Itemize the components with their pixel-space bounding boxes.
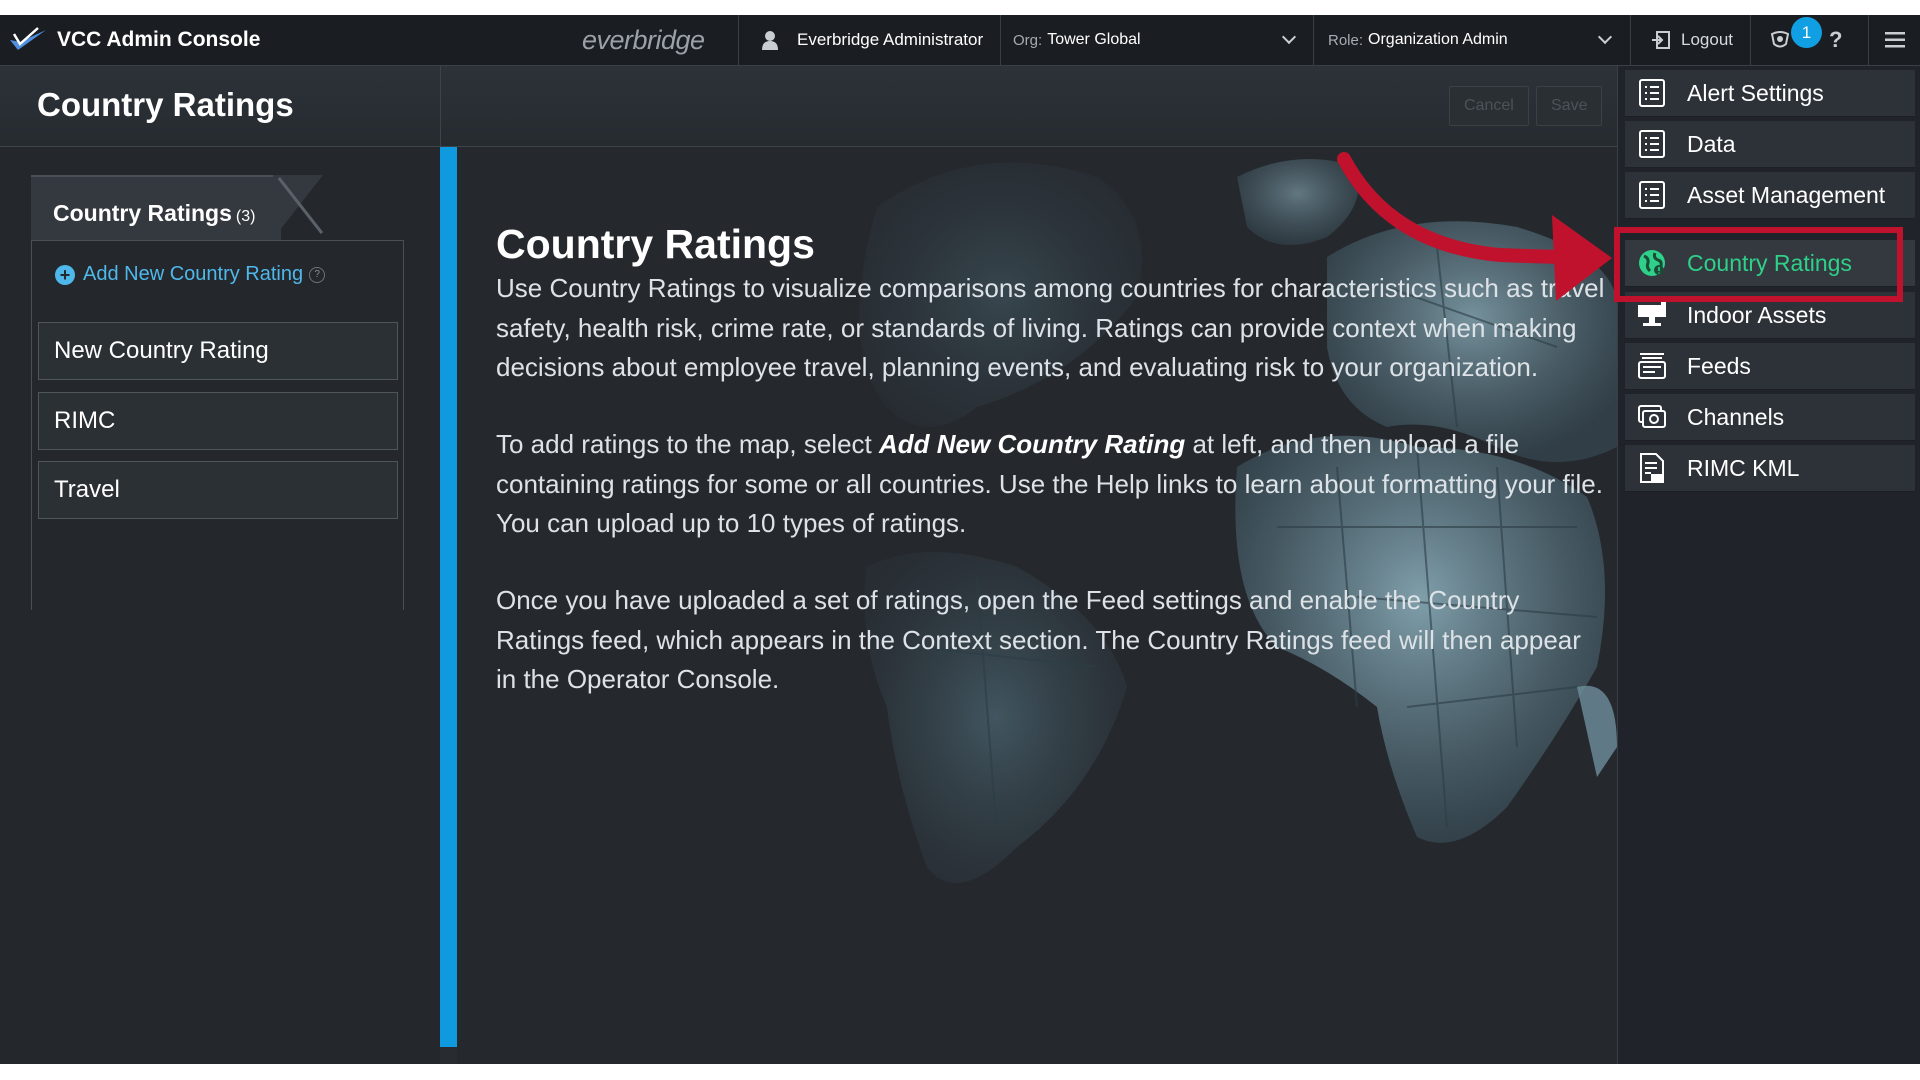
user-icon [762,31,778,50]
list-icon [1637,78,1667,108]
page-title: Country Ratings [37,86,294,123]
rating-item-label: Travel [54,476,120,503]
menu-item-label: Feeds [1687,352,1751,379]
monitor-icon [1637,300,1667,330]
logout-label: Logout [1681,30,1733,49]
add-circle-icon: + [55,264,75,285]
top-bar: VCC Admin Console everbridge Everbridge … [0,15,1920,66]
instructions-paragraph: To add ratings to the map, select Add Ne… [496,425,1606,544]
user-menu[interactable]: Everbridge Administrator [738,15,1000,65]
help-icon[interactable]: ? [1829,27,1842,53]
everbridge-brand-logo: everbridge [582,24,705,55]
menu-item-label: Channels [1687,403,1785,430]
chevron-down-icon [1281,29,1297,45]
org-label: Org: [1013,31,1043,49]
menu-item-label: Data [1687,130,1736,157]
logout-icon [1652,31,1670,49]
tab-count: (3) [235,208,256,225]
rating-item[interactable]: Travel [38,461,398,519]
menu-item-label: Alert Settings [1687,79,1824,106]
tab-title: Country Ratings (3) [53,200,255,227]
add-new-country-rating-emphasis: Add New Country Rating [879,429,1186,459]
menu-item-label: RIMC KML [1687,454,1800,481]
role-value: Organization Admin [1368,31,1508,48]
role-select[interactable]: Role: Organization Admin [1313,15,1630,65]
user-name: Everbridge Administrator [797,30,984,49]
header-divider [440,66,441,146]
content-title: Country Ratings [496,221,815,267]
menu-item-feeds[interactable]: Feeds [1625,343,1915,390]
red-arrow-annotation [1337,152,1612,301]
notifications-area: 1 ? [1750,15,1850,65]
menu-item-channels[interactable]: Channels [1625,394,1915,441]
notification-count: 1 [1801,22,1812,42]
app-window: VCC Admin Console everbridge Everbridge … [0,15,1920,1064]
save-button[interactable]: Save [1536,86,1603,126]
tab-slant-decoration [273,175,323,239]
list-icon [1637,129,1667,159]
add-new-country-rating-link[interactable]: + Add New Country Rating ? [55,263,326,286]
tab-title-text: Country Ratings [53,200,232,226]
logout-button[interactable]: Logout [1630,15,1750,65]
menu-item-alert-settings[interactable]: Alert Settings [1625,70,1915,117]
hamburger-icon [1884,32,1905,48]
add-link-label: Add New Country Rating [83,263,304,285]
menu-item-rimc-kml[interactable]: RIMC KML [1625,445,1915,492]
app-title-text: VCC Admin Console [57,28,261,51]
app-title[interactable]: VCC Admin Console [8,15,260,65]
menu-item-label: Asset Management [1687,181,1886,208]
hamburger-menu-button[interactable] [1868,15,1920,65]
rating-item[interactable]: RIMC [38,392,398,450]
feed-paragraph: Once you have uploaded a set of ratings,… [496,585,1581,694]
cancel-button[interactable]: Cancel [1449,86,1529,126]
feed-stack-icon [1637,351,1667,381]
menu-item-data[interactable]: Data [1625,121,1915,168]
menu-item-label: Indoor Assets [1687,301,1827,328]
channels-icon [1637,402,1667,432]
rating-item-label: New Country Rating [54,337,269,364]
list-icon [1637,180,1667,210]
rating-item-label: RIMC [54,407,116,434]
highlight-box [1614,227,1903,302]
role-label: Role: [1328,31,1364,49]
instructions-text-start: To add ratings to the map, select [496,429,879,459]
notification-count-badge[interactable]: 1 [1791,17,1822,48]
help-circle-icon[interactable]: ? [309,266,326,283]
notifications-icon[interactable] [1769,30,1791,50]
org-select[interactable]: Org: Tower Global [1000,15,1313,65]
chevron-down-icon [1597,29,1613,45]
everbridge-bird-logo-icon [10,27,46,50]
panel-splitter[interactable] [440,147,457,1047]
kml-file-icon [1637,453,1667,483]
rating-item[interactable]: New Country Rating [38,322,398,380]
menu-item-asset-management[interactable]: Asset Management [1625,172,1915,219]
org-value: Tower Global [1047,31,1141,48]
